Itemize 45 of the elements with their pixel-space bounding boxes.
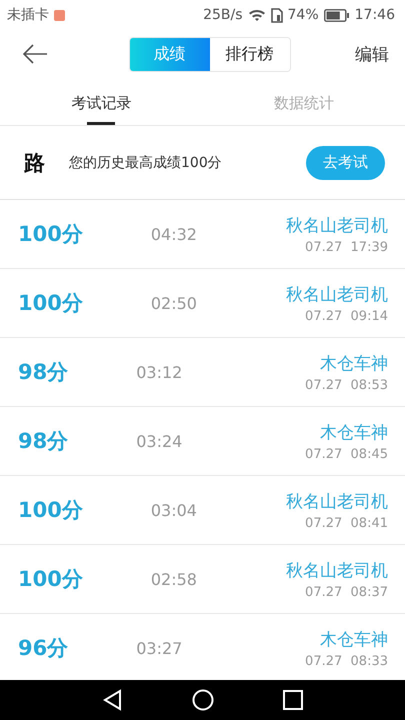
sim-icon [270, 8, 283, 22]
carrier-text: 未插卡 [7, 6, 49, 24]
battery-icon [324, 8, 350, 22]
score-text: 98分 [18, 428, 68, 455]
home-icon[interactable] [192, 689, 214, 711]
score-text: 100分 [18, 290, 83, 317]
back-arrow-icon[interactable] [22, 44, 48, 64]
date-time: 07.27 08:45 [305, 446, 388, 462]
user-name: 秋名山老司机 [286, 560, 388, 582]
score-text: 100分 [18, 221, 83, 248]
logo: 路 [24, 148, 45, 176]
wifi-icon [248, 8, 266, 22]
date-time: 07.27 09:14 [305, 308, 388, 324]
user-name: 秋名山老司机 [286, 490, 388, 512]
date-time: 07.27 08:41 [305, 516, 388, 530]
user-name: 秋名山老司机 [286, 214, 388, 236]
score-text: 98分 [18, 359, 68, 386]
duration-text: 03:24 [136, 432, 182, 450]
duration-text: 02:58 [150, 570, 197, 588]
recents-icon[interactable] [282, 689, 304, 711]
back-icon[interactable] [102, 689, 124, 711]
duration-text: 02:50 [150, 294, 197, 312]
best-score-text: 您的历史最高成绩100分 [69, 154, 223, 172]
tab[interactable]: 考试记录 [71, 78, 132, 125]
date-time: 07.27 08:33 [305, 654, 388, 668]
date-time: 07.27 08:53 [305, 378, 388, 392]
score-text: 96分 [18, 635, 68, 662]
date-time: 07.27 17:39 [305, 240, 388, 254]
edit-link[interactable]: 编辑 [355, 42, 389, 66]
duration-text: 03:27 [136, 638, 182, 658]
battery-percent: 74% [288, 7, 319, 23]
date-time: 07.27 08:37 [305, 584, 388, 600]
duration-text: 03:12 [136, 362, 182, 382]
user-name: 秋名山老司机 [286, 284, 388, 306]
notification-icon [54, 10, 65, 20]
user-name: 木仓车神 [320, 628, 388, 650]
score-text: 100分 [18, 497, 83, 524]
clock: 17:46 [354, 7, 395, 23]
duration-text: 04:32 [150, 224, 197, 244]
user-name: 木仓车神 [320, 422, 388, 444]
tab-underline [87, 122, 116, 125]
network-speed: 25B/s [203, 7, 243, 23]
user-name: 木仓车神 [320, 352, 388, 374]
score-text: 100分 [18, 566, 83, 593]
duration-text: 03:04 [150, 500, 197, 520]
